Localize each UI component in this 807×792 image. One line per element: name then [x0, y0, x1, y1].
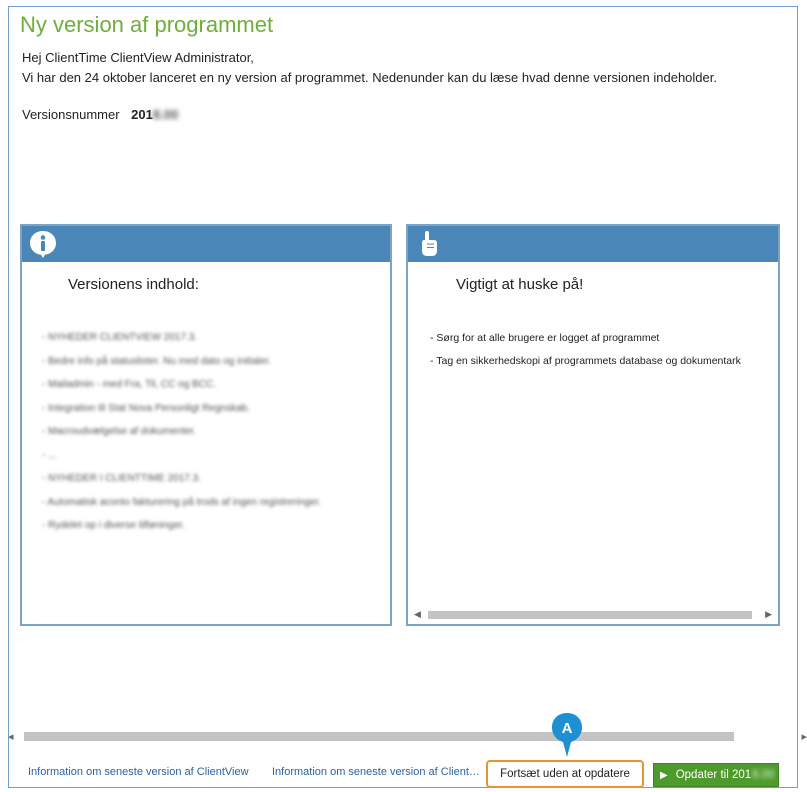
update-button-label: Opdater til 201 [675, 769, 752, 781]
panel-title: Versionens indhold: [68, 276, 199, 293]
version-content-list: - NYHEDER CLIENTVIEW 2017.3. - Bedre inf… [42, 332, 321, 544]
list-item: - Mailadmin - med Fra, Til, CC og BCC. [42, 379, 216, 390]
scroll-right-arrow-icon[interactable]: ▶ [765, 609, 772, 620]
continue-without-update-button[interactable]: Fortsæt uden at opdatere [486, 760, 644, 788]
panel-header [408, 226, 778, 262]
list-item: - NYHEDER CLIENTVIEW 2017.3. [42, 332, 198, 343]
reminders-panel: Vigtigt at huske på! - Sørg for at alle … [406, 224, 780, 626]
list-item: - Automatisk aconto fakturering på trods… [42, 496, 322, 508]
list-item: - Integration til Stat Nova Personligt R… [42, 402, 250, 414]
annotation-marker-a: A [552, 713, 582, 757]
version-content-panel: Versionens indhold: - NYHEDER CLIENTVIEW… [20, 224, 392, 626]
update-version-hidden: 8.00 [752, 769, 775, 781]
greeting-text: Hej ClientTime ClientView Administrator, [22, 50, 254, 65]
panel-header [22, 226, 390, 262]
version-number-hidden: 8.00 [152, 107, 179, 122]
panel-title: Vigtigt at huske på! [456, 276, 584, 293]
reminders-list: - Sørg for at alle brugere er logget af … [430, 332, 741, 378]
window-horizontal-scrollbar[interactable]: ◂ ▸ [0, 730, 807, 744]
intro-text: Vi har den 24 oktober lanceret en ny ver… [22, 70, 717, 85]
scrollbar-thumb[interactable] [428, 611, 752, 619]
list-item: - Tag en sikkerhedskopi af programmets d… [430, 355, 741, 367]
scroll-right-arrow-icon[interactable]: ▸ [801, 730, 807, 743]
update-button[interactable]: ▶ Opdater til 201 8.00 [653, 763, 779, 787]
version-label: Versionsnummer [22, 107, 120, 122]
list-item: - NYHEDER I CLIENTTIME 2017.3. [42, 473, 201, 484]
list-item: - Macroudvælgelse af dokumenter. [42, 426, 196, 437]
play-icon: ▶ [660, 769, 668, 781]
panel-horizontal-scrollbar[interactable]: ◀ ▶ [410, 608, 776, 622]
scroll-left-arrow-icon[interactable]: ◂ [8, 730, 14, 743]
version-number: 2018.00 [131, 107, 179, 122]
clientview-info-link[interactable]: Information om seneste version af Client… [28, 766, 249, 778]
pointing-hand-icon [422, 231, 437, 256]
clienttime-info-link[interactable]: Information om seneste version af Client… [272, 766, 482, 778]
list-item: - Bedre info på statuslister. Nu med dat… [42, 355, 272, 367]
dialog-title: Ny version af programmet [20, 12, 274, 37]
version-row: Versionsnummer 2018.00 [22, 107, 178, 122]
scrollbar-thumb[interactable] [24, 732, 734, 741]
info-icon [30, 231, 56, 258]
list-item: - Sørg for at alle brugere er logget af … [430, 332, 660, 344]
list-item: - Rydelet op i diverse tilføninger. [42, 520, 185, 531]
marker-label: A [562, 720, 573, 737]
scroll-left-arrow-icon[interactable]: ◀ [414, 609, 421, 620]
list-item: - ... [42, 449, 57, 461]
